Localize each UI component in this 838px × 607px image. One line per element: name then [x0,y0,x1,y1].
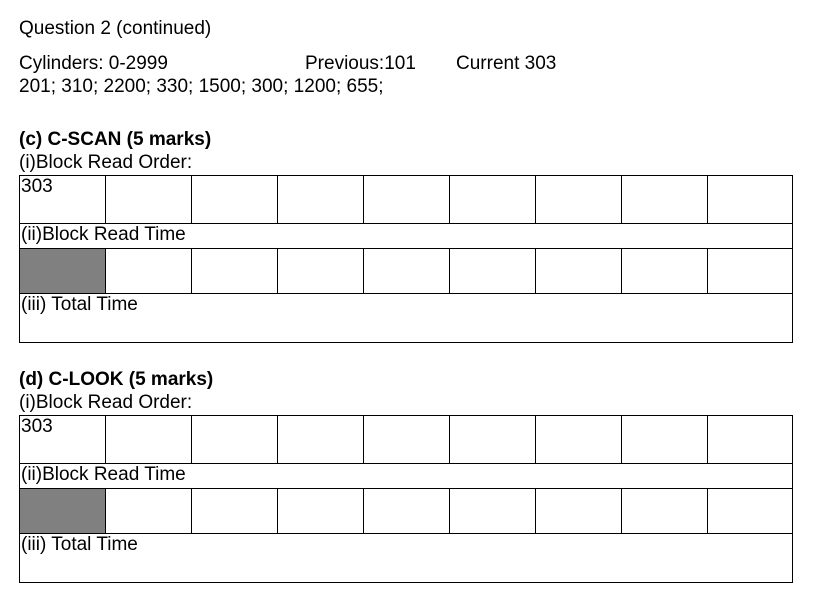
shaded-cell [19,248,106,294]
read-order-cell[interactable] [277,175,364,224]
answer-grid-clook: 303 (ii)Block Read Time (iii) Total Time [19,415,793,583]
read-order-cell[interactable] [105,175,192,224]
read-time-cell[interactable] [621,248,708,294]
section-title-clook: (d) C-LOOK (5 marks) [19,369,214,390]
total-time-cell-clook[interactable]: (iii) Total Time [19,533,793,583]
read-order-cell[interactable] [449,415,536,464]
shaded-cell [19,488,106,534]
read-time-row [19,488,793,534]
read-time-cell[interactable] [191,248,278,294]
read-order-cell[interactable] [535,175,622,224]
read-order-row: 303 [19,175,793,224]
read-time-cell[interactable] [105,248,192,294]
current-position: Current 303 [456,53,557,74]
read-time-label-clook: (ii)Block Read Time [19,463,793,489]
read-order-cell[interactable]: 303 [19,175,106,224]
read-time-cell[interactable] [621,488,708,534]
read-time-cell[interactable] [277,488,364,534]
read-order-cell[interactable] [449,175,536,224]
read-order-cell[interactable] [277,415,364,464]
read-order-cell[interactable] [707,415,793,464]
read-time-cell[interactable] [707,248,793,294]
section-title-cscan: (c) C-SCAN (5 marks) [19,129,212,150]
read-time-cell[interactable] [535,248,622,294]
read-time-cell[interactable] [363,248,450,294]
read-time-cell[interactable] [535,488,622,534]
read-time-label-cscan: (ii)Block Read Time [19,223,793,249]
total-time-cell-cscan[interactable]: (iii) Total Time [19,293,793,343]
read-time-cell[interactable] [707,488,793,534]
read-time-cell[interactable] [105,488,192,534]
read-order-cell[interactable] [191,415,278,464]
previous-position: Previous:101 [305,53,416,74]
read-order-cell[interactable] [621,415,708,464]
question-heading: Question 2 (continued) [19,18,212,39]
read-order-row: 303 [19,415,793,464]
read-order-cell[interactable] [363,415,450,464]
read-order-cell[interactable]: 303 [19,415,106,464]
read-order-cell[interactable] [105,415,192,464]
read-time-cell[interactable] [449,248,536,294]
read-order-label-clook: (i)Block Read Order: [19,392,193,413]
answer-grid-cscan: 303 (ii)Block Read Time (iii) Total Time [19,175,793,343]
read-time-cell[interactable] [277,248,364,294]
request-queue: 201; 310; 2200; 330; 1500; 300; 1200; 65… [19,76,384,97]
read-order-label-cscan: (i)Block Read Order: [19,152,193,173]
cylinders-range: Cylinders: 0-2999 [19,53,168,74]
read-order-cell[interactable] [621,175,708,224]
read-order-cell[interactable] [363,175,450,224]
read-order-cell[interactable] [191,175,278,224]
read-time-cell[interactable] [449,488,536,534]
read-order-cell[interactable] [535,415,622,464]
read-time-cell[interactable] [363,488,450,534]
read-order-cell[interactable] [707,175,793,224]
read-time-row [19,248,793,294]
read-time-cell[interactable] [191,488,278,534]
